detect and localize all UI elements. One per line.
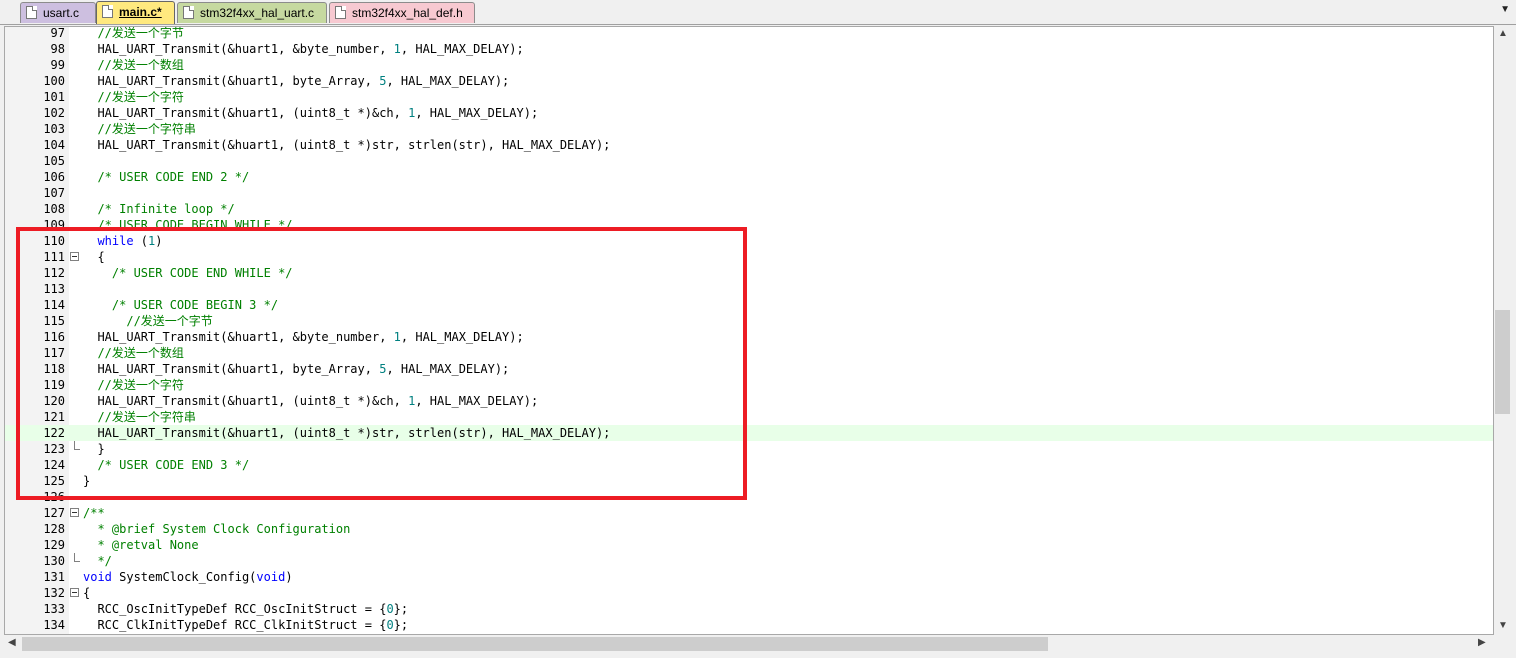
code-text: */ <box>83 554 112 568</box>
vertical-scrollbar[interactable]: ▲ ▼ <box>1494 26 1512 635</box>
horizontal-scrollbar[interactable]: ◀ ▶ <box>4 635 1494 653</box>
code-line[interactable]: 108 /* Infinite loop */ <box>5 201 1493 217</box>
code-text: //发送一个字节 <box>83 26 184 40</box>
tab-list-dropdown-icon[interactable]: ▼ <box>1500 4 1510 15</box>
line-number: 107 <box>43 186 65 200</box>
line-number: 99 <box>50 58 65 72</box>
code-line[interactable]: 134 RCC_ClkInitTypeDef RCC_ClkInitStruct… <box>5 617 1493 633</box>
tab-label: main.c* <box>119 5 162 19</box>
line-number: 104 <box>43 138 65 152</box>
code-text: void SystemClock_Config(void) <box>83 570 293 584</box>
code-line[interactable]: 103 //发送一个字符串 <box>5 121 1493 137</box>
code-text: HAL_UART_Transmit(&huart1, (uint8_t *)&c… <box>83 106 539 120</box>
line-number: 98 <box>50 42 65 56</box>
code-line[interactable]: 132 { <box>5 585 1493 601</box>
line-number: 97 <box>50 26 65 40</box>
tab-label: stm32f4xx_hal_uart.c <box>200 6 315 20</box>
tab-main-c[interactable]: main.c* <box>96 1 175 24</box>
fold-collapse-icon[interactable] <box>70 588 79 597</box>
scroll-left-icon[interactable]: ◀ <box>8 637 16 648</box>
code-line[interactable]: 100 HAL_UART_Transmit(&huart1, byte_Arra… <box>5 73 1493 89</box>
code-line[interactable]: 104 HAL_UART_Transmit(&huart1, (uint8_t … <box>5 137 1493 153</box>
red-highlight-annotation <box>16 227 747 500</box>
code-text: //发送一个字符串 <box>83 122 196 136</box>
line-number: 101 <box>43 90 65 104</box>
scroll-right-icon[interactable]: ▶ <box>1478 637 1486 648</box>
editor-tab-bar: usart.c main.c* stm32f4xx_hal_uart.c stm32f… <box>0 0 1516 25</box>
code-text: HAL_UART_Transmit(&huart1, &byte_number,… <box>83 42 524 56</box>
tab-stm32f4xx-hal-uart-c[interactable]: stm32f4xx_hal_uart.c <box>177 2 327 23</box>
line-number: 106 <box>43 170 65 184</box>
code-text: HAL_UART_Transmit(&huart1, byte_Array, 5… <box>83 74 510 88</box>
fold-collapse-icon[interactable] <box>70 508 79 517</box>
code-line[interactable]: 105 <box>5 153 1493 169</box>
code-text: * @retval None <box>83 538 199 552</box>
code-text: //发送一个数组 <box>83 58 184 72</box>
code-line[interactable]: 101 //发送一个字符 <box>5 89 1493 105</box>
code-line[interactable]: 131 void SystemClock_Config(void) <box>5 569 1493 585</box>
code-text: RCC_OscInitTypeDef RCC_OscInitStruct = {… <box>83 602 409 616</box>
code-line[interactable]: 99 //发送一个数组 <box>5 57 1493 73</box>
line-number: 100 <box>43 74 65 88</box>
vertical-scroll-thumb[interactable] <box>1495 310 1510 414</box>
line-number: 102 <box>43 106 65 120</box>
tab-usart-c[interactable]: usart.c <box>20 2 96 23</box>
code-text: RCC_ClkInitTypeDef RCC_ClkInitStruct = {… <box>83 618 409 632</box>
code-text: /** <box>83 506 105 520</box>
h-file-icon <box>335 6 346 19</box>
code-line[interactable]: 102 HAL_UART_Transmit(&huart1, (uint8_t … <box>5 105 1493 121</box>
scroll-down-icon[interactable]: ▼ <box>1498 620 1508 631</box>
line-number: 127 <box>43 506 65 520</box>
line-number: 103 <box>43 122 65 136</box>
code-line[interactable]: 106 /* USER CODE END 2 */ <box>5 169 1493 185</box>
code-line[interactable]: 133 RCC_OscInitTypeDef RCC_OscInitStruct… <box>5 601 1493 617</box>
c-file-icon <box>26 6 37 19</box>
code-line[interactable]: 107 <box>5 185 1493 201</box>
line-number: 105 <box>43 154 65 168</box>
c-file-icon <box>183 6 194 19</box>
code-line[interactable]: 128 * @brief System Clock Configuration <box>5 521 1493 537</box>
fold-end-marker <box>74 553 80 562</box>
code-line[interactable]: 129 * @retval None <box>5 537 1493 553</box>
line-number: 129 <box>43 538 65 552</box>
tab-stm32f4xx-hal-def-h[interactable]: stm32f4xx_hal_def.h <box>329 2 475 23</box>
code-text: { <box>83 586 91 600</box>
code-line[interactable]: 130 */ <box>5 553 1493 569</box>
line-number: 132 <box>43 586 65 600</box>
scroll-up-icon[interactable]: ▲ <box>1498 28 1508 39</box>
line-number: 128 <box>43 522 65 536</box>
tab-label: stm32f4xx_hal_def.h <box>352 6 463 20</box>
tab-label: usart.c <box>43 6 80 20</box>
code-text: /* Infinite loop */ <box>83 202 235 216</box>
c-file-icon <box>102 5 113 18</box>
line-number: 130 <box>43 554 65 568</box>
code-text: * @brief System Clock Configuration <box>83 522 351 536</box>
code-text: /* USER CODE END 2 */ <box>83 170 250 184</box>
line-number: 133 <box>43 602 65 616</box>
line-number: 131 <box>43 570 65 584</box>
code-text: HAL_UART_Transmit(&huart1, (uint8_t *)st… <box>83 138 611 152</box>
code-line[interactable]: 98 HAL_UART_Transmit(&huart1, &byte_numb… <box>5 41 1493 57</box>
line-number: 134 <box>43 618 65 632</box>
code-line[interactable]: 97 //发送一个字节 <box>5 26 1493 41</box>
horizontal-scroll-thumb[interactable] <box>22 637 1048 651</box>
line-number: 108 <box>43 202 65 216</box>
code-line[interactable]: 127 /** <box>5 505 1493 521</box>
code-text: //发送一个字符 <box>83 90 184 104</box>
